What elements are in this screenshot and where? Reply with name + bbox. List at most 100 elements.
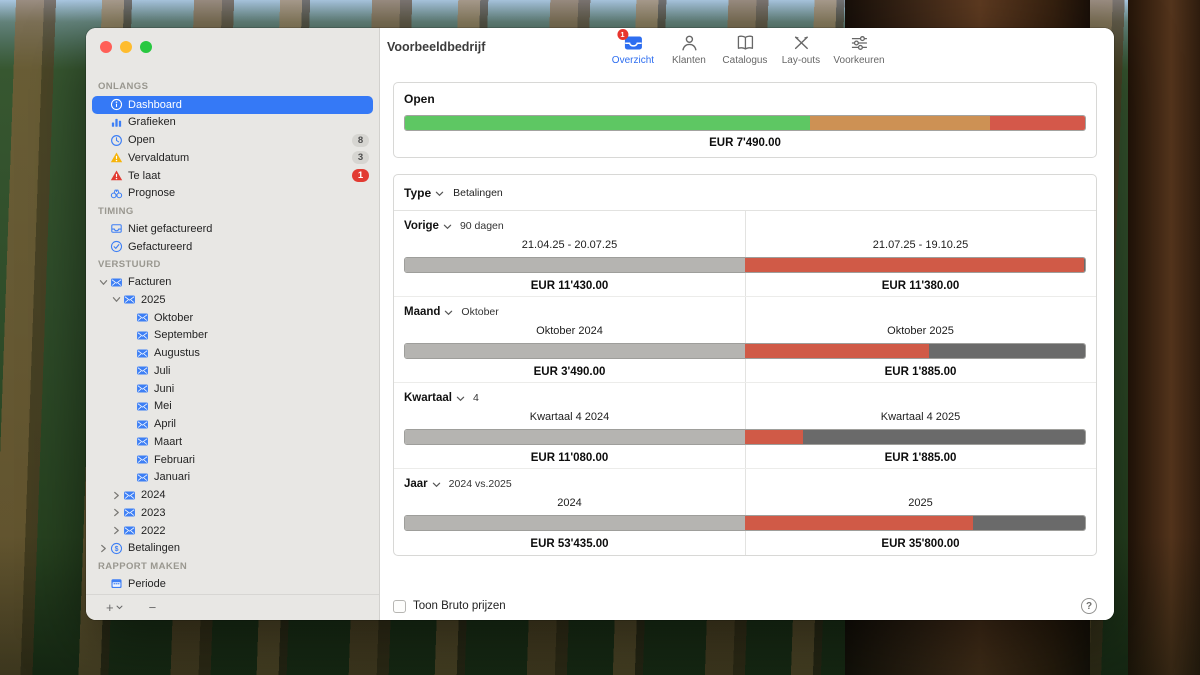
toolbar-item-klanten[interactable]: Klanten xyxy=(665,33,712,66)
sidebar-item-juni[interactable]: Juni xyxy=(92,380,373,398)
sidebar-item-label: Juli xyxy=(154,365,171,377)
comparison-bar xyxy=(404,343,1086,359)
toolbar-item-label: Lay-outs xyxy=(782,55,820,66)
sidebar-item-gefactureerd[interactable]: Gefactureerd xyxy=(92,238,373,256)
sidebar-item-februari[interactable]: Februari xyxy=(92,451,373,469)
current-period-amount: EUR 11'380.00 xyxy=(745,280,1096,292)
open-total-amount: EUR 7'490.00 xyxy=(404,137,1086,149)
person-icon xyxy=(679,33,699,52)
open-panel: Open EUR 7'490.00 xyxy=(393,82,1097,158)
remove-item-button[interactable]: − xyxy=(149,600,157,615)
clock-icon xyxy=(109,133,123,147)
row-period-selector[interactable]: Maand Oktober xyxy=(404,306,499,318)
toolbar-item-lay-outs[interactable]: Lay-outs xyxy=(777,33,824,66)
row-param: Oktober xyxy=(461,306,498,318)
comparison-rows: Vorige90 dagen21.04.25 - 20.07.2521.07.2… xyxy=(394,211,1096,555)
disclosure-chevron-right-icon[interactable] xyxy=(110,491,122,500)
sidebar-item-prognose[interactable]: Prognose xyxy=(92,185,373,203)
page-title: Voorbeeldbedrijf xyxy=(387,40,485,54)
disclosure-chevron-down-icon[interactable] xyxy=(97,278,109,287)
toolbar-item-label: Catalogus xyxy=(722,55,767,66)
sidebar-item-dashboard[interactable]: Dashboard xyxy=(92,96,373,114)
zoom-window-button[interactable] xyxy=(140,41,152,53)
row-name: Jaar xyxy=(404,478,428,490)
sidebar-item-januari[interactable]: Januari xyxy=(92,469,373,487)
row-param: 4 xyxy=(473,392,479,404)
sidebar-section-header-timing: TIMING xyxy=(92,202,373,220)
sidebar-item-periode[interactable]: Periode xyxy=(92,575,373,593)
sidebar-item-te-laat[interactable]: Te laat1 xyxy=(92,167,373,185)
sidebar-item-label: September xyxy=(154,329,208,341)
sidebar-item-facturen[interactable]: Facturen xyxy=(92,273,373,291)
notification-badge: 1 xyxy=(617,29,628,40)
previous-period-amount: EUR 11'430.00 xyxy=(394,280,745,292)
sidebar-item-maart[interactable]: Maart xyxy=(92,433,373,451)
comparison-row-kwartaal: Kwartaal4Kwartaal 4 2024Kwartaal 4 2025E… xyxy=(394,383,1096,469)
bar-segment-current xyxy=(745,344,929,358)
plus-icon: + xyxy=(106,600,114,615)
type-selector-value[interactable]: Betalingen xyxy=(453,187,503,199)
sidebar-item-2022[interactable]: 2022 xyxy=(92,522,373,540)
sidebar-item-mei[interactable]: Mei xyxy=(92,398,373,416)
sidebar-section-header-onlangs: ONLANGS xyxy=(92,78,373,96)
type-selector-label[interactable]: Type xyxy=(404,186,431,200)
sidebar-section-header-verstuurd: VERSTUURD xyxy=(92,256,373,274)
chart-icon xyxy=(109,115,123,129)
sidebar-item-april[interactable]: April xyxy=(92,415,373,433)
envelope-icon xyxy=(135,364,149,378)
comparison-bar xyxy=(404,515,1086,531)
sidebar-item-juli[interactable]: Juli xyxy=(92,362,373,380)
previous-period-label: 2024 xyxy=(394,497,745,509)
bar-segment-current xyxy=(745,430,803,444)
disclosure-chevron-down-icon[interactable] xyxy=(110,295,122,304)
comparison-row-maand: MaandOktoberOktober 2024Oktober 2025EUR … xyxy=(394,297,1096,383)
bar-segment-remainder xyxy=(929,344,1085,358)
sidebar-item-betalingen[interactable]: $Betalingen xyxy=(92,540,373,558)
sidebar-item-2024[interactable]: 2024 xyxy=(92,486,373,504)
row-period-selector[interactable]: Kwartaal4 xyxy=(404,392,479,404)
dollar-icon: $ xyxy=(109,541,123,555)
bar-segment-current xyxy=(745,258,1084,272)
sidebar-item-2023[interactable]: 2023 xyxy=(92,504,373,522)
sidebar-item-vervaldatum[interactable]: Vervaldatum3 xyxy=(92,149,373,167)
envelope-icon xyxy=(122,293,136,307)
sidebar-item-open[interactable]: Open8 xyxy=(92,131,373,149)
book-icon xyxy=(735,33,755,52)
gross-prices-checkbox[interactable] xyxy=(393,600,406,613)
sidebar-section-header-rapport-maken: RAPPORT MAKEN xyxy=(92,557,373,575)
warning-icon xyxy=(109,169,123,183)
close-window-button[interactable] xyxy=(100,41,112,53)
toolbar-item-overzicht[interactable]: 1Overzicht xyxy=(609,33,656,66)
disclosure-chevron-right-icon[interactable] xyxy=(110,526,122,535)
sidebar-item-2025[interactable]: 2025 xyxy=(92,291,373,309)
row-name: Maand xyxy=(404,306,440,318)
help-icon[interactable]: ? xyxy=(1081,598,1097,614)
previous-period-label: Kwartaal 4 2024 xyxy=(394,411,745,423)
sidebar-item-september[interactable]: September xyxy=(92,327,373,345)
current-period-label: 2025 xyxy=(745,497,1096,509)
envelope-icon xyxy=(135,417,149,431)
tray-icon xyxy=(109,222,123,236)
toolbar-item-voorkeuren[interactable]: Voorkeuren xyxy=(833,33,884,66)
chevron-down-icon xyxy=(432,482,441,488)
toolbar-item-catalogus[interactable]: Catalogus xyxy=(721,33,768,66)
sidebar-item-augustus[interactable]: Augustus xyxy=(92,344,373,362)
envelope-icon xyxy=(135,453,149,467)
sidebar-item-label: 2025 xyxy=(141,294,165,306)
row-period-selector[interactable]: Vorige90 dagen xyxy=(404,220,504,232)
current-period-label: Kwartaal 4 2025 xyxy=(745,411,1096,423)
sidebar-item-grafieken[interactable]: Grafieken xyxy=(92,114,373,132)
disclosure-chevron-right-icon[interactable] xyxy=(110,508,122,517)
row-period-selector[interactable]: Jaar2024 vs.2025 xyxy=(404,478,512,490)
toolbar-item-label: Overzicht xyxy=(612,55,654,66)
disclosure-chevron-right-icon[interactable] xyxy=(97,544,109,553)
chevron-down-icon xyxy=(435,191,444,197)
add-item-button[interactable]: + xyxy=(106,600,123,615)
sidebar-item-oktober[interactable]: Oktober xyxy=(92,309,373,327)
previous-period-label: 21.04.25 - 20.07.25 xyxy=(394,239,745,251)
calendar-icon xyxy=(109,577,123,591)
toolbar-item-label: Voorkeuren xyxy=(833,55,884,66)
minimize-window-button[interactable] xyxy=(120,41,132,53)
sidebar-item-niet-gefactureerd[interactable]: Niet gefactureerd xyxy=(92,220,373,238)
sidebar-item-label: Februari xyxy=(154,454,195,466)
